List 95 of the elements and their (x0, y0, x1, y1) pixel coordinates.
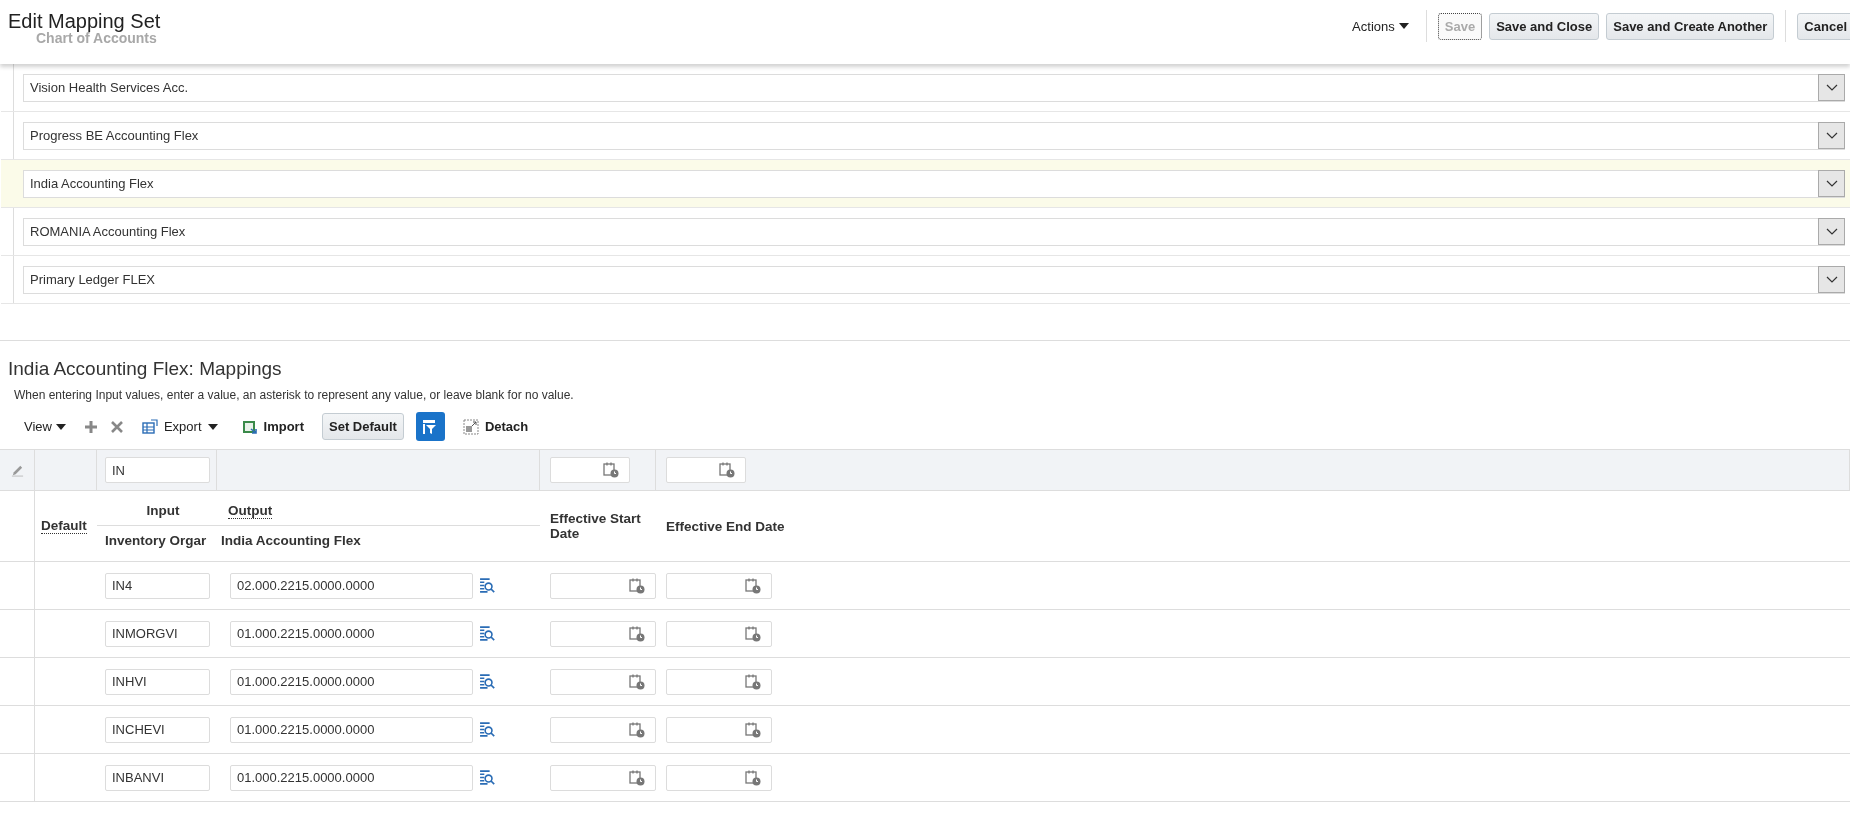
column-header[interactable]: Effective End Date (666, 518, 785, 534)
chart-of-accounts-select[interactable]: ROMANIA Accounting Flex (23, 217, 1845, 246)
chart-of-accounts-row[interactable]: ROMANIA Accounting Flex (1, 208, 1850, 256)
query-by-example-button[interactable] (415, 412, 445, 441)
start-date-field[interactable] (550, 620, 656, 647)
input-value-field[interactable]: INBANVI (105, 764, 210, 791)
start-date-field[interactable] (550, 716, 656, 743)
chevron-down-icon (1825, 179, 1838, 188)
export-menu[interactable]: Export (135, 414, 224, 439)
calendar-icon[interactable] (719, 462, 735, 478)
column-group-header[interactable]: Output (228, 502, 273, 519)
filter-icon (422, 418, 439, 435)
header-button[interactable]: Save and Close (1489, 12, 1600, 40)
end-date-field[interactable] (666, 668, 772, 695)
chevron-down-icon (1825, 131, 1838, 140)
select-value: Primary Ledger FLEX (29, 272, 156, 287)
output-account-field[interactable]: 01.000.2215.0000.0000 (230, 620, 473, 647)
calendar-icon[interactable] (745, 625, 761, 642)
select-value: ROMANIA Accounting Flex (29, 224, 187, 239)
chevron-down-icon (1825, 83, 1838, 92)
delete-icon[interactable] (109, 419, 124, 434)
end-date-field[interactable] (666, 620, 772, 647)
dropdown-button[interactable] (1818, 170, 1845, 197)
column-header[interactable]: Effective Start Date (550, 511, 656, 541)
table-export-icon (141, 418, 158, 435)
input-value-field[interactable]: INHVI (105, 668, 210, 695)
set-default-button[interactable]: Set Default (322, 413, 404, 440)
caret-icon (55, 423, 66, 430)
calendar-icon[interactable] (629, 625, 645, 642)
start-date-filter-field[interactable] (550, 457, 630, 483)
chevron-down-icon (1825, 227, 1838, 236)
header-button[interactable]: Save and Create Another (1606, 12, 1775, 40)
chart-of-accounts-select[interactable]: Progress BE Accounting Flex (23, 121, 1845, 150)
input-value-field[interactable]: INCHEVI (105, 716, 210, 743)
caret-icon (207, 423, 218, 430)
chart-of-accounts-select[interactable]: Primary Ledger FLEX (23, 265, 1845, 294)
start-date-field[interactable] (550, 572, 656, 599)
select-value: India Accounting Flex (29, 176, 155, 191)
select-value: Vision Health Services Acc. (29, 80, 189, 95)
dropdown-button[interactable] (1818, 218, 1845, 245)
start-date-field[interactable] (550, 764, 656, 791)
calendar-icon[interactable] (629, 577, 645, 594)
chevron-down-icon (1825, 275, 1838, 284)
input-value-field[interactable]: IN4 (105, 572, 210, 599)
select-value: Progress BE Accounting Flex (29, 128, 200, 143)
edit-icon (10, 463, 24, 477)
detach-button[interactable]: Detach (456, 414, 535, 439)
search-list-icon[interactable] (479, 769, 496, 786)
column-header[interactable]: Default (41, 518, 87, 534)
calendar-icon[interactable] (745, 769, 761, 786)
spreadsheet-import-icon (241, 418, 258, 435)
calendar-icon[interactable] (745, 673, 761, 690)
column-header[interactable]: Inventory Orgar (97, 533, 217, 548)
search-list-icon[interactable] (479, 625, 496, 642)
output-account-field[interactable]: 01.000.2215.0000.0000 (230, 668, 473, 695)
end-date-filter-field[interactable] (666, 457, 746, 483)
import-button[interactable]: Import (235, 414, 310, 439)
calendar-icon[interactable] (745, 577, 761, 594)
end-date-field[interactable] (666, 764, 772, 791)
calendar-icon[interactable] (629, 769, 645, 786)
section-title: India Accounting Flex: Mappings (0, 340, 1850, 380)
column-group-header: Input (145, 503, 181, 518)
end-date-field[interactable] (666, 572, 772, 599)
calendar-icon[interactable] (745, 721, 761, 738)
dropdown-button[interactable] (1818, 266, 1845, 293)
chart-of-accounts-row[interactable]: India Accounting Flex (1, 160, 1850, 208)
search-list-icon[interactable] (479, 721, 496, 738)
add-icon[interactable] (83, 419, 98, 434)
output-account-field[interactable]: 02.000.2215.0000.0000 (230, 572, 473, 599)
chart-of-accounts-row[interactable]: Primary Ledger FLEX (1, 256, 1850, 304)
hint-text: When entering Input values, enter a value, an asterisk to represent any value, or leave blank for no value. (14, 388, 575, 402)
calendar-icon[interactable] (629, 673, 645, 690)
view-menu[interactable]: View (18, 415, 72, 438)
start-date-field[interactable] (550, 668, 656, 695)
input-value-field[interactable]: INMORGVI (105, 620, 210, 647)
column-header[interactable]: India Accounting Flex (217, 533, 361, 548)
detach-window-icon (462, 418, 479, 435)
chart-of-accounts-select[interactable]: India Accounting Flex (23, 169, 1845, 198)
header-button[interactable]: Cancel (1797, 12, 1850, 40)
calendar-icon[interactable] (629, 721, 645, 738)
search-list-icon[interactable] (479, 673, 496, 690)
caret-icon (1398, 23, 1409, 29)
page-title: Edit Mapping Set (8, 10, 161, 33)
chart-of-accounts-row[interactable]: Progress BE Accounting Flex (1, 112, 1850, 160)
input-filter-field[interactable]: IN (105, 457, 210, 483)
search-list-icon[interactable] (479, 577, 496, 594)
dropdown-button[interactable] (1818, 122, 1845, 149)
chart-of-accounts-select[interactable]: Vision Health Services Acc. (23, 73, 1845, 102)
output-account-field[interactable]: 01.000.2215.0000.0000 (230, 764, 473, 791)
actions-menu[interactable]: Actions (1346, 14, 1415, 38)
dropdown-button[interactable] (1818, 74, 1845, 101)
calendar-icon[interactable] (603, 462, 619, 478)
chart-of-accounts-row[interactable]: Vision Health Services Acc. (1, 64, 1850, 112)
output-account-field[interactable]: 01.000.2215.0000.0000 (230, 716, 473, 743)
end-date-field[interactable] (666, 716, 772, 743)
